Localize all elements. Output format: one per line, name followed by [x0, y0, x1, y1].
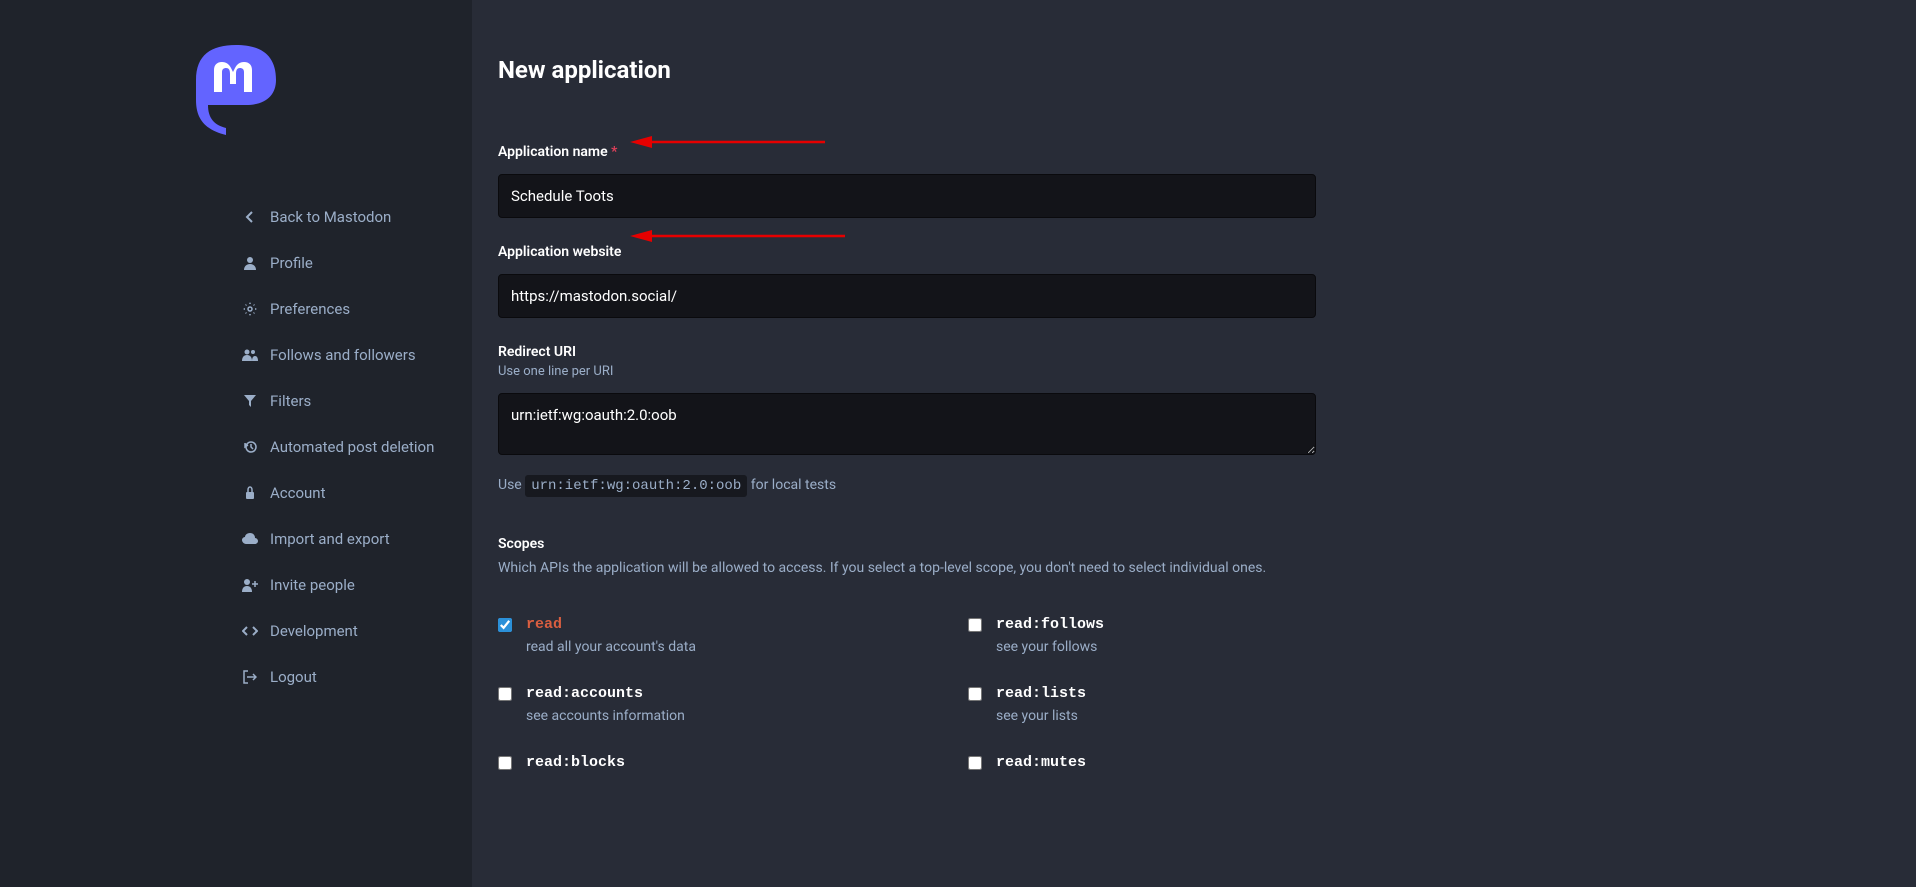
scope-read: read read all your account's data — [498, 616, 868, 655]
code-icon — [240, 625, 260, 637]
redirect-uri-post-hint: Use urn:ietf:wg:oauth:2.0:oob for local … — [498, 477, 1318, 494]
main-content: New application Application name * Appli… — [472, 0, 1916, 887]
scope-read-accounts: read:accounts see accounts information — [498, 685, 868, 724]
nav-label: Account — [270, 484, 326, 502]
scope-read-blocks-checkbox[interactable] — [498, 756, 512, 770]
users-icon — [240, 348, 260, 362]
scope-label: read:lists — [996, 685, 1086, 702]
field-redirect-uri: Redirect URI Use one line per URI Use ur… — [498, 344, 1318, 494]
filter-icon — [240, 394, 260, 408]
sign-out-icon — [240, 670, 260, 684]
nav-label: Back to Mastodon — [270, 208, 391, 226]
scope-read-blocks: read:blocks — [498, 754, 868, 771]
gear-icon — [240, 302, 260, 316]
cloud-icon — [240, 533, 260, 545]
scope-desc: see your follows — [996, 639, 1104, 655]
nav-import-export[interactable]: Import and export — [240, 516, 472, 562]
scope-read-mutes-checkbox[interactable] — [968, 756, 982, 770]
nav-filters[interactable]: Filters — [240, 378, 472, 424]
scope-read-follows: read:follows see your follows — [968, 616, 1338, 655]
redirect-uri-input[interactable] — [498, 393, 1316, 455]
nav-follows[interactable]: Follows and followers — [240, 332, 472, 378]
nav-label: Logout — [270, 668, 317, 686]
app-website-input[interactable] — [498, 274, 1316, 318]
nav-label: Invite people — [270, 576, 355, 594]
lock-icon — [240, 486, 260, 500]
history-icon — [240, 440, 260, 454]
scope-read-follows-checkbox[interactable] — [968, 618, 982, 632]
user-plus-icon — [240, 578, 260, 592]
app-name-label: Application name * — [498, 144, 1318, 160]
required-indicator: * — [611, 144, 617, 160]
field-app-name: Application name * — [498, 144, 1318, 218]
nav-invite[interactable]: Invite people — [240, 562, 472, 608]
nav-preferences[interactable]: Preferences — [240, 286, 472, 332]
nav-auto-delete[interactable]: Automated post deletion — [240, 424, 472, 470]
scope-column-left: read read all your account's data read:a… — [498, 616, 868, 771]
page-title: New application — [498, 56, 1318, 84]
nav-account[interactable]: Account — [240, 470, 472, 516]
mastodon-logo-icon — [186, 40, 286, 140]
scope-column-right: read:follows see your follows read:lists… — [968, 616, 1338, 771]
scope-read-checkbox[interactable] — [498, 618, 512, 632]
scopes-title: Scopes — [498, 536, 1318, 552]
redirect-uri-hint: Use one line per URI — [498, 364, 1318, 379]
field-app-website: Application website — [498, 244, 1318, 318]
nav-label: Profile — [270, 254, 313, 272]
scope-label: read — [526, 616, 696, 633]
scope-desc: see accounts information — [526, 708, 685, 724]
app-website-label: Application website — [498, 244, 1318, 260]
logo-container — [186, 40, 286, 144]
nav-label: Filters — [270, 392, 311, 410]
nav-label: Automated post deletion — [270, 438, 434, 456]
nav-label: Import and export — [270, 530, 390, 548]
scope-desc: see your lists — [996, 708, 1086, 724]
scope-label: read:follows — [996, 616, 1104, 633]
nav-back-to-mastodon[interactable]: Back to Mastodon — [240, 194, 472, 240]
nav-label: Follows and followers — [270, 346, 416, 364]
scope-read-mutes: read:mutes — [968, 754, 1338, 771]
nav-profile[interactable]: Profile — [240, 240, 472, 286]
scope-label: read:accounts — [526, 685, 685, 702]
user-icon — [240, 256, 260, 270]
scope-label: read:mutes — [996, 754, 1086, 771]
scope-desc: read all your account's data — [526, 639, 696, 655]
scope-read-accounts-checkbox[interactable] — [498, 687, 512, 701]
nav-list: Back to Mastodon Profile Preferences Fol… — [0, 194, 472, 700]
nav-development[interactable]: Development — [240, 608, 472, 654]
redirect-uri-label: Redirect URI — [498, 344, 1318, 360]
nav-logout[interactable]: Logout — [240, 654, 472, 700]
scope-read-lists: read:lists see your lists — [968, 685, 1338, 724]
chevron-left-icon — [240, 211, 260, 223]
scope-read-lists-checkbox[interactable] — [968, 687, 982, 701]
sidebar: Back to Mastodon Profile Preferences Fol… — [0, 0, 472, 887]
redirect-uri-code: urn:ietf:wg:oauth:2.0:oob — [525, 475, 747, 497]
nav-label: Development — [270, 622, 358, 640]
scopes-grid: read read all your account's data read:a… — [498, 616, 1318, 771]
scope-label: read:blocks — [526, 754, 625, 771]
nav-label: Preferences — [270, 300, 350, 318]
app-name-input[interactable] — [498, 174, 1316, 218]
scopes-hint: Which APIs the application will be allow… — [498, 560, 1318, 576]
annotation-arrow-icon — [630, 226, 850, 246]
